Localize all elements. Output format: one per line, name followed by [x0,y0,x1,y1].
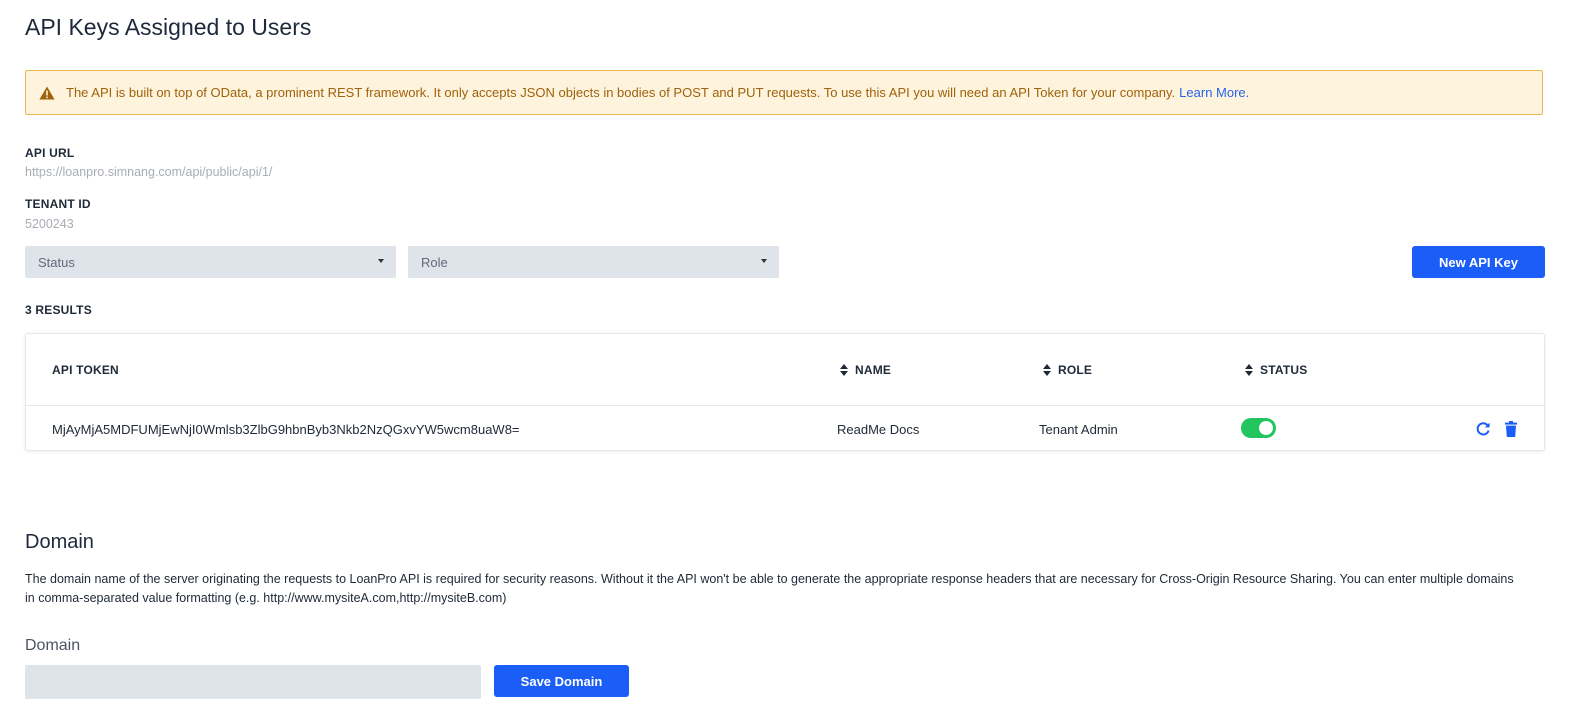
tenant-id-value: 5200243 [25,217,74,231]
status-toggle[interactable] [1241,418,1276,438]
name-cell: ReadMe Docs [837,422,920,437]
domain-section-title: Domain [25,531,94,553]
column-header-name-label: NAME [855,363,892,377]
sort-icon [840,364,848,376]
tenant-id-label: TENANT ID [25,197,91,211]
domain-section-description: The domain name of the server originatin… [25,572,1514,605]
column-header-role[interactable]: ROLE [1043,363,1092,377]
api-token-cell: MjAyMjA5MDFUMjEwNjI0Wmlsb3ZlbG9hbnByb3Nk… [52,422,520,437]
role-filter-label: Role [421,254,448,270]
save-domain-button[interactable]: Save Domain [494,665,629,697]
column-header-token-label: API TOKEN [52,363,119,377]
sort-icon [1043,364,1051,376]
alert-message: The API is built on top of OData, a prom… [66,85,1176,100]
learn-more-link[interactable]: Learn More. [1179,85,1249,100]
new-api-key-button[interactable]: New API Key [1412,246,1545,278]
api-url-label: API URL [25,146,75,160]
column-header-status[interactable]: STATUS [1245,363,1307,377]
status-filter-select[interactable]: Status [25,246,396,278]
domain-field-label: Domain [25,637,81,654]
table-row: MjAyMjA5MDFUMjEwNjI0Wmlsb3ZlbG9hbnByb3Nk… [26,406,1544,452]
column-header-token: API TOKEN [52,363,119,377]
results-count: 3 RESULTS [25,303,92,317]
column-header-status-label: STATUS [1260,363,1308,377]
toggle-knob [1259,421,1273,435]
column-header-role-label: ROLE [1058,363,1093,377]
domain-input[interactable] [25,665,481,699]
role-filter-select[interactable]: Role [408,246,779,278]
page-title: API Keys Assigned to Users [25,14,312,40]
info-alert: The API is built on top of OData, a prom… [25,70,1543,115]
caret-down-icon [761,259,767,263]
trash-icon[interactable] [1502,420,1520,438]
caret-down-icon [378,259,384,263]
role-cell: Tenant Admin [1039,422,1118,437]
api-url-value: https://loanpro.simnang.com/api/public/a… [25,165,273,179]
column-header-name[interactable]: NAME [840,363,891,377]
status-filter-label: Status [38,254,75,270]
table-header: API TOKEN NAME ROLE STATUS [26,334,1544,406]
refresh-icon[interactable] [1474,420,1492,438]
api-keys-table: API TOKEN NAME ROLE STATUS MjAyMjA5MDFUM… [25,333,1545,451]
warning-icon [39,84,57,102]
sort-icon [1245,364,1253,376]
